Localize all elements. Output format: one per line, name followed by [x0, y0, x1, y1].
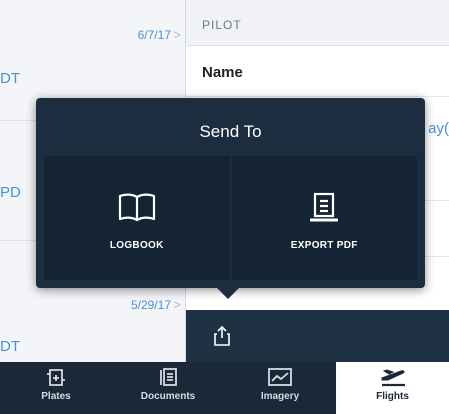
section-header: PILOT	[186, 0, 449, 46]
export-pdf-label: EXPORT PDF	[290, 240, 358, 251]
tab-documents[interactable]: Documents	[112, 362, 224, 414]
tab-bar: Plates Documents Imagery Flights	[0, 362, 449, 414]
document-icon	[310, 192, 339, 222]
tab-plates[interactable]: Plates	[0, 362, 112, 414]
row-edge-text: PD	[0, 184, 21, 201]
chevron-right-icon: >	[173, 27, 181, 42]
book-icon	[118, 193, 155, 222]
tab-imagery[interactable]: Imagery	[224, 362, 336, 414]
field-label[interactable]: Name	[202, 64, 243, 81]
popover-title: Send To	[199, 122, 262, 141]
clipped-value: ay(	[428, 120, 449, 137]
row-edge-text: DT	[0, 338, 20, 355]
tab-label: Plates	[41, 391, 71, 402]
send-to-popover: Send To LOGBOOK EXPORT PDF	[36, 98, 425, 288]
documents-icon	[160, 368, 177, 386]
chevron-right-icon: >	[173, 297, 181, 312]
imagery-icon	[268, 368, 292, 386]
row-date: 6/7/17	[137, 28, 171, 42]
tab-label: Flights	[376, 391, 409, 402]
tab-label: Imagery	[260, 391, 300, 402]
share-icon	[214, 326, 230, 346]
tab-flights[interactable]: Flights	[336, 362, 449, 414]
logbook-option[interactable]: LOGBOOK	[44, 156, 230, 280]
row-edge-text: DT	[0, 70, 20, 87]
popover-arrow	[217, 288, 239, 299]
row-date: 5/29/17	[130, 298, 171, 312]
share-button[interactable]	[204, 318, 240, 354]
export-pdf-option[interactable]: EXPORT PDF	[229, 156, 417, 280]
send-options: LOGBOOK EXPORT PDF	[44, 156, 417, 280]
tab-label: Documents	[140, 391, 196, 402]
plates-icon	[47, 369, 65, 386]
airplane-icon	[381, 369, 405, 387]
logbook-label: LOGBOOK	[109, 240, 164, 251]
section-title: PILOT	[202, 18, 242, 32]
divider	[186, 96, 449, 97]
